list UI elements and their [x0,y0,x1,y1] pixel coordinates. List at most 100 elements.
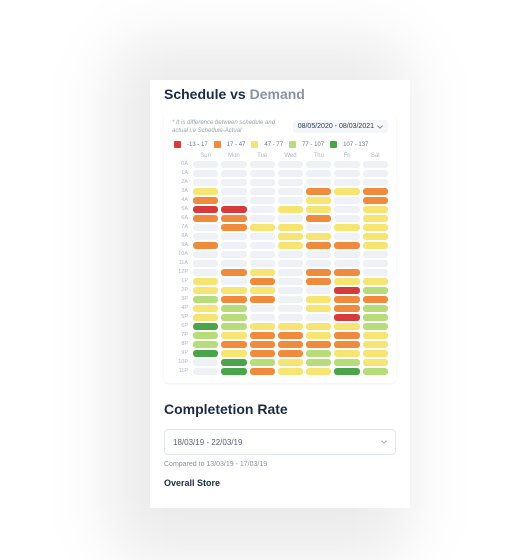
heatmap-cell [363,197,388,204]
heatmap-cell [221,161,246,168]
heatmap-cell [193,242,218,249]
heatmap-row-label: 8A [172,233,190,240]
completion-date-dropdown[interactable]: 18/03/19 - 22/03/19 [164,429,396,455]
legend-label-3: 47 - 77 [264,142,283,148]
heatmap-row-label: 5A [172,206,190,213]
heatmap-col-header: Mon [221,153,246,159]
heatmap-cell [193,206,218,213]
heatmap-cell [306,206,331,213]
heatmap-col-header: Sun [193,153,218,159]
heatmap-cell [306,179,331,186]
heatmap-cell [250,269,275,276]
heatmap-cell [193,269,218,276]
heatmap-cell [363,287,388,294]
heatmap-note: * It is difference between schedule and … [172,120,289,135]
heatmap-cell [306,215,331,222]
heatmap-row-label: 1A [172,170,190,177]
heatmap-cell [221,260,246,267]
completion-rate-title: Completetion Rate [150,383,410,419]
heatmap-cell [193,188,218,195]
heatmap-cell [250,206,275,213]
heatmap-cell [363,260,388,267]
heatmap-row-label: 5P [172,314,190,321]
heatmap-cell [278,269,303,276]
heatmap-cell [250,179,275,186]
legend-swatch-5 [330,141,337,148]
heatmap-cell [193,359,218,366]
heatmap-cell [306,341,331,348]
heatmap-row-label: 3A [172,188,190,195]
heatmap-cell [221,188,246,195]
heatmap-row-label: 2P [172,287,190,294]
heatmap-cell [363,269,388,276]
heatmap-row-label: 9A [172,242,190,249]
compared-to-text: Compared to 13/03/19 - 17/03/19 [150,455,410,468]
heatmap-cell [193,224,218,231]
heatmap-cell [250,188,275,195]
heatmap-cell [334,251,359,258]
heatmap-cell [334,368,359,375]
heatmap-cell [306,296,331,303]
heatmap-row-label: 10P [172,359,190,366]
heatmap-cell [306,224,331,231]
heatmap-cell [221,350,246,357]
heatmap-cell [221,341,246,348]
heatmap-cell [278,341,303,348]
heatmap-cell [193,314,218,321]
heatmap-cell [363,206,388,213]
heatmap-cell [363,179,388,186]
heatmap-cell [363,233,388,240]
heatmap-cell [221,359,246,366]
heatmap-cell [278,206,303,213]
heatmap-cell [250,233,275,240]
heatmap-cell [334,287,359,294]
heatmap-cell [363,161,388,168]
heatmap-cell [278,170,303,177]
heatmap-cell [306,260,331,267]
heatmap-cell [334,296,359,303]
heatmap-cell [250,215,275,222]
schedule-vs-demand-title: Schedule vs Demand [150,80,410,104]
heatmap-cell [221,179,246,186]
date-range-value: 08/05/2020 - 08/03/2021 [298,123,374,130]
legend-label-4: 77 - 107 [302,142,324,148]
heatmap-cell [306,287,331,294]
heatmap-cell [334,233,359,240]
heatmap-col-header: Tue [250,153,275,159]
heatmap-cell [334,305,359,312]
heatmap-cell [334,161,359,168]
heatmap-cell [278,296,303,303]
date-range-picker[interactable]: 08/05/2020 - 08/03/2021 [293,120,388,133]
heatmap-cell [193,260,218,267]
heatmap-cell [278,188,303,195]
heatmap-cell [221,215,246,222]
heatmap-cell [306,368,331,375]
heatmap-row-label: 7A [172,224,190,231]
heatmap-cell [250,314,275,321]
heatmap-cell [221,170,246,177]
heatmap-cell [363,296,388,303]
heatmap-cell [278,179,303,186]
heatmap-cell [193,161,218,168]
heatmap-cell [278,233,303,240]
heatmap-cell [221,323,246,330]
legend-swatch-2 [214,141,221,148]
heatmap-cell [278,287,303,294]
heatmap-cell [278,314,303,321]
title-part-b: Demand [250,86,305,102]
heatmap-row-label: 11A [172,260,190,267]
heatmap-cell [363,314,388,321]
heatmap-row-label: 11P [172,368,190,375]
heatmap-cell [278,278,303,285]
heatmap-row-label: 2A [172,179,190,186]
heatmap-cell [250,170,275,177]
heatmap-row-label: 1P [172,278,190,285]
heatmap-cell [363,350,388,357]
heatmap-cell [363,368,388,375]
legend-swatch-3 [251,141,258,148]
heatmap-cell [278,260,303,267]
heatmap-cell [250,305,275,312]
heatmap-cell [221,197,246,204]
heatmap-cell [306,161,331,168]
heatmap-cell [278,332,303,339]
